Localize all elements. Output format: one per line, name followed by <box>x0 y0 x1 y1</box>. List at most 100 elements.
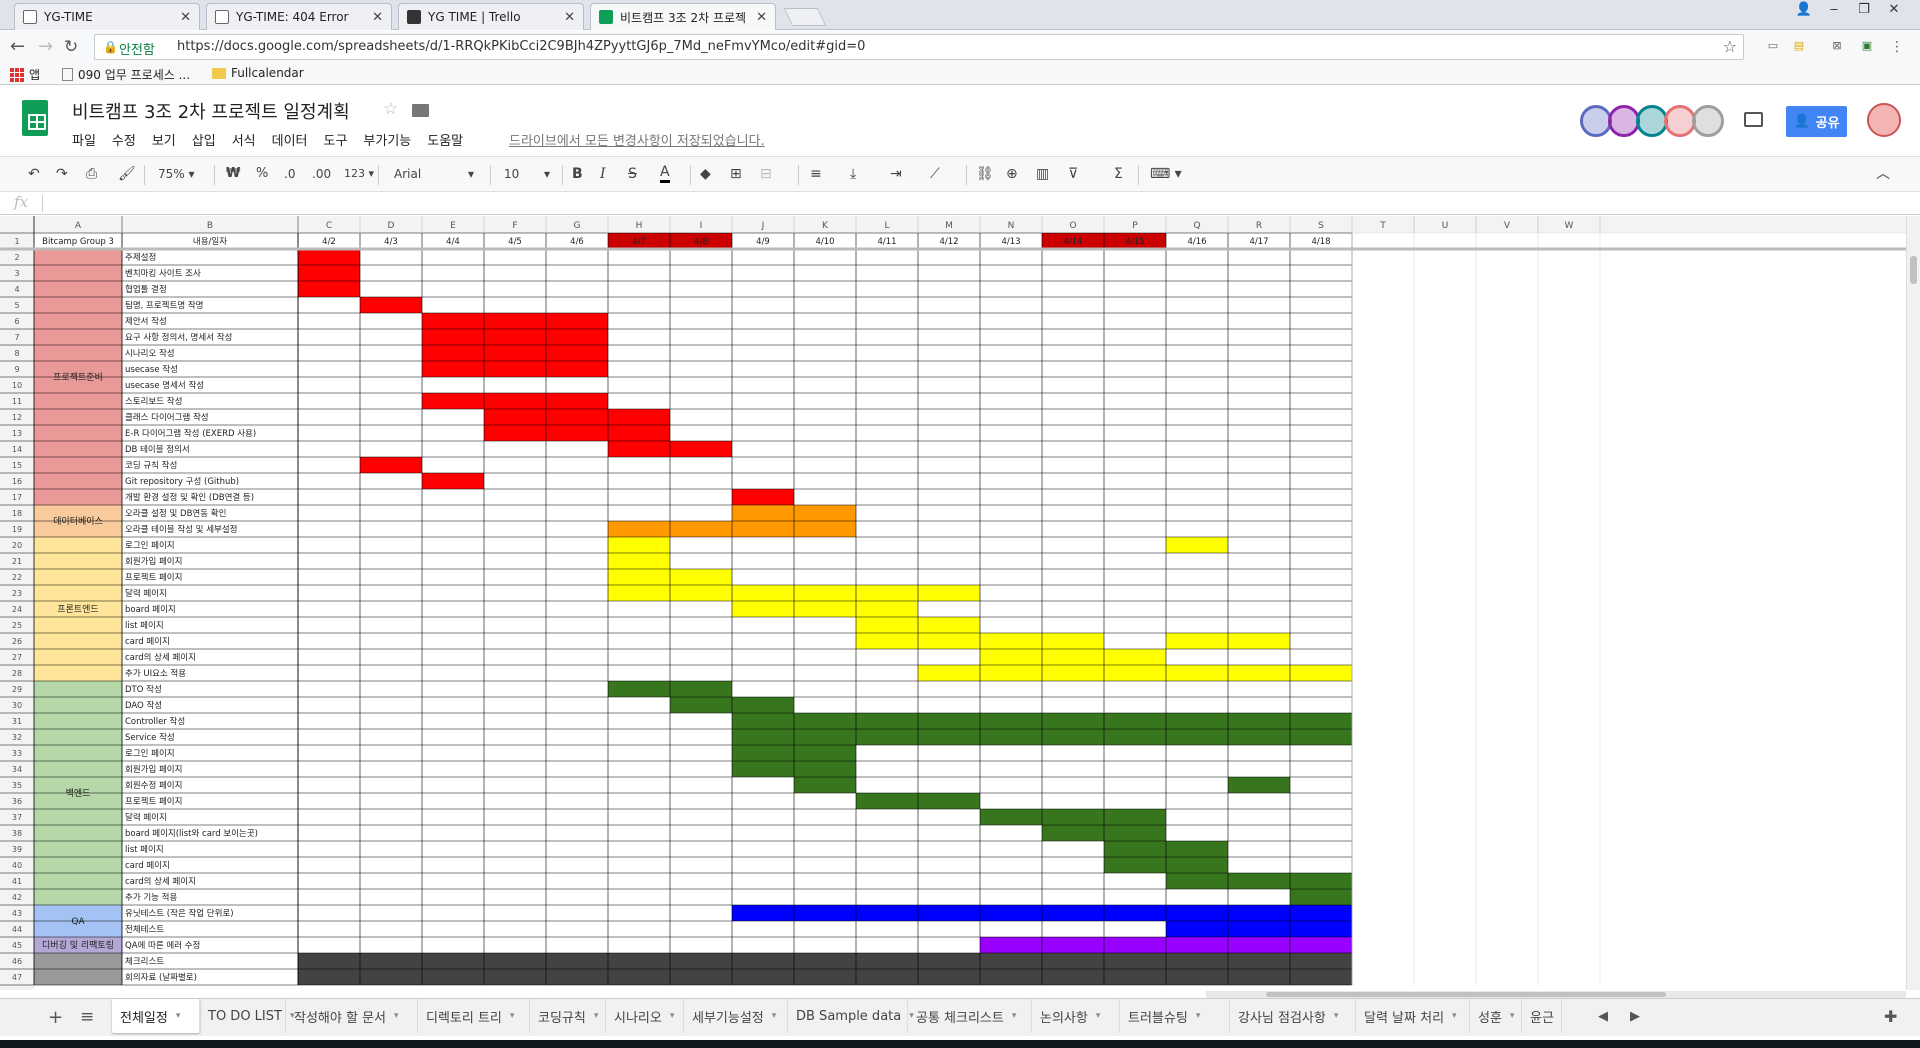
sheet-tab[interactable]: 윤근 <box>1522 999 1562 1033</box>
task-bar[interactable] <box>670 585 732 601</box>
task-bar[interactable] <box>856 585 918 601</box>
task-bar[interactable] <box>732 521 794 537</box>
task-bar[interactable] <box>546 313 608 329</box>
bookmark-apps[interactable]: 앱 <box>10 66 40 83</box>
task-bar[interactable] <box>1042 969 1104 985</box>
sheet-tab-menu-icon[interactable]: ▾ <box>394 1011 399 1021</box>
task-bar[interactable] <box>1228 777 1290 793</box>
vertical-align-icon[interactable]: ⤓ <box>850 165 856 183</box>
star-icon[interactable]: ☆ <box>383 99 398 119</box>
task-bar[interactable] <box>484 345 546 361</box>
task-bar[interactable] <box>670 521 732 537</box>
text-rotate-icon[interactable]: ⟋ <box>930 165 940 183</box>
task-bar[interactable] <box>918 665 980 681</box>
sheet-tab-menu-icon[interactable]: ▾ <box>772 1011 777 1021</box>
sheet-tab[interactable]: 작성해야 할 문서 ▾ <box>286 999 418 1033</box>
scroll-tabs-right-icon[interactable]: ▶ <box>1630 1009 1640 1024</box>
task-bar[interactable] <box>1104 841 1166 857</box>
account-avatar[interactable] <box>1867 103 1901 137</box>
sheet-tab-menu-icon[interactable]: ▾ <box>510 1011 515 1021</box>
task-bar[interactable] <box>856 729 918 745</box>
collaborator-avatar[interactable] <box>1692 105 1724 137</box>
paint-format-icon[interactable]: 🖌 <box>118 165 136 183</box>
task-bar[interactable] <box>546 425 608 441</box>
input-tools-icon[interactable]: ⌨ ▾ <box>1150 165 1182 183</box>
sheets-logo-icon[interactable] <box>22 100 48 136</box>
task-bar[interactable] <box>732 761 794 777</box>
task-bar[interactable] <box>1104 649 1166 665</box>
task-bar[interactable] <box>670 697 732 713</box>
task-bar[interactable] <box>794 713 856 729</box>
task-bar[interactable] <box>1228 665 1290 681</box>
task-bar[interactable] <box>608 537 670 553</box>
task-bar[interactable] <box>546 329 608 345</box>
task-bar[interactable] <box>546 953 608 969</box>
task-bar[interactable] <box>732 745 794 761</box>
sheet-tab[interactable]: DB Sample data ▾ <box>788 999 914 1033</box>
task-bar[interactable] <box>360 969 422 985</box>
task-bar[interactable] <box>1166 953 1228 969</box>
sheet-tab[interactable]: 디렉토리 트리 ▾ <box>418 999 530 1033</box>
task-bar[interactable] <box>980 665 1042 681</box>
user-icon[interactable]: 👤 <box>1790 0 1818 22</box>
undo-icon[interactable]: ↶ <box>28 165 40 183</box>
task-bar[interactable] <box>794 761 856 777</box>
task-bar[interactable] <box>1228 921 1290 937</box>
task-bar[interactable] <box>1042 729 1104 745</box>
task-bar[interactable] <box>608 425 670 441</box>
all-sheets-icon[interactable]: ≡ <box>80 1007 94 1027</box>
task-bar[interactable] <box>1042 809 1104 825</box>
task-bar[interactable] <box>1290 953 1352 969</box>
task-bar[interactable] <box>980 953 1042 969</box>
close-tab-icon[interactable]: ✕ <box>756 10 767 25</box>
task-bar[interactable] <box>298 249 360 265</box>
spreadsheet-grid[interactable]: 프로젝트준비 데이터베이스 프론트엔드 백엔드 QA 디버깅 및 리팩토링 A B C D E F G H… <box>0 216 1906 990</box>
task-bar[interactable] <box>546 361 608 377</box>
insert-link-icon[interactable]: ⛓ <box>976 165 994 183</box>
task-bar[interactable] <box>1228 969 1290 985</box>
task-bar[interactable] <box>1042 937 1104 953</box>
task-bar[interactable] <box>1290 969 1352 985</box>
task-bar[interactable] <box>980 937 1042 953</box>
task-bar[interactable] <box>732 489 794 505</box>
menu-item[interactable]: 서식 <box>232 130 256 149</box>
task-bar[interactable] <box>1228 713 1290 729</box>
task-bar[interactable] <box>1290 873 1352 889</box>
task-bar[interactable] <box>918 585 980 601</box>
task-bar[interactable] <box>608 521 670 537</box>
task-bar[interactable] <box>918 729 980 745</box>
extension-image-icon[interactable]: ▣ <box>1858 39 1876 55</box>
close-icon[interactable]: ✕ <box>1880 0 1908 22</box>
task-bar[interactable] <box>298 953 360 969</box>
zoom-select[interactable]: 75% ▾ <box>158 165 195 183</box>
task-bar[interactable] <box>1166 665 1228 681</box>
menu-item[interactable]: 데이터 <box>272 130 308 149</box>
bookmark-fullcalendar[interactable]: Fullcalendar <box>212 66 304 80</box>
task-bar[interactable] <box>1166 873 1228 889</box>
more-formats-select[interactable]: 123 ▾ <box>344 165 374 183</box>
task-bar[interactable] <box>1042 953 1104 969</box>
task-bar[interactable] <box>732 953 794 969</box>
task-bar[interactable] <box>1228 905 1290 921</box>
task-bar[interactable] <box>670 969 732 985</box>
task-bar[interactable] <box>546 409 608 425</box>
grid-canvas[interactable]: 프로젝트준비데이터베이스프론트엔드백엔드 QA 디버깅 및 리팩토링 A B C D E F G H… <box>0 216 1906 990</box>
sheet-tab-menu-icon[interactable]: ▾ <box>594 1011 599 1021</box>
task-bar[interactable] <box>422 953 484 969</box>
menu-item[interactable]: 파일 <box>72 130 96 149</box>
close-tab-icon[interactable]: ✕ <box>180 10 191 25</box>
task-bar[interactable] <box>794 969 856 985</box>
task-bar[interactable] <box>670 681 732 697</box>
task-bar[interactable] <box>422 361 484 377</box>
task-bar[interactable] <box>732 585 794 601</box>
task-bar[interactable] <box>422 313 484 329</box>
document-title[interactable]: 비트캠프 3조 2차 프로젝트 일정계획 <box>72 98 350 124</box>
task-bar[interactable] <box>1104 809 1166 825</box>
task-bar[interactable] <box>1290 921 1352 937</box>
browser-tab[interactable]: YG TIME | Trello ✕ <box>398 3 584 30</box>
redo-icon[interactable]: ↷ <box>56 165 68 183</box>
merge-cells-icon[interactable]: ⊟ <box>760 165 772 183</box>
task-bar[interactable] <box>484 361 546 377</box>
sheet-tab[interactable]: 세부기능설정 ▾ <box>684 999 788 1033</box>
collapse-menu-icon[interactable]: ︿ <box>1876 165 1890 183</box>
